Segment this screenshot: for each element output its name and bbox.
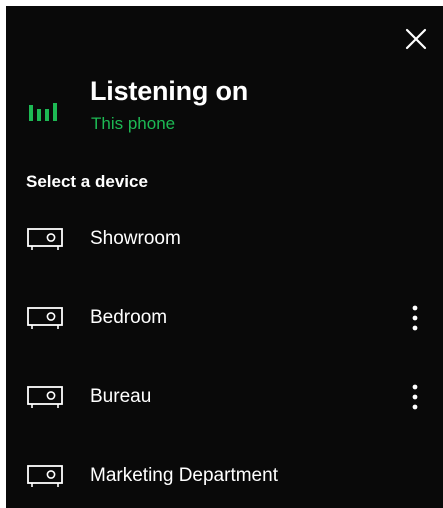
equalizer-bars-icon (29, 103, 57, 121)
more-options-icon[interactable] (403, 382, 427, 412)
speaker-device-icon (27, 386, 63, 408)
current-device-subtitle: This phone (91, 114, 176, 133)
device-item-showroom[interactable]: Showroom (6, 209, 443, 269)
device-label: Marketing Department (90, 465, 278, 486)
device-item-bedroom[interactable]: Bedroom (6, 288, 443, 348)
device-label: Bureau (90, 386, 152, 407)
device-picker-panel: Listening on This phone Select a device … (6, 6, 443, 508)
listening-on-title: Listening on (90, 76, 249, 106)
speaker-device-icon (27, 228, 63, 250)
device-label: Showroom (90, 228, 181, 249)
speaker-device-icon (27, 307, 63, 329)
device-item-bureau[interactable]: Bureau (6, 367, 443, 427)
device-item-marketing-department[interactable]: Marketing Department (6, 446, 443, 506)
close-icon[interactable] (404, 27, 428, 51)
device-label: Bedroom (90, 307, 168, 328)
select-device-heading: Select a device (26, 172, 148, 191)
speaker-device-icon (27, 465, 63, 487)
more-options-icon[interactable] (403, 303, 427, 333)
